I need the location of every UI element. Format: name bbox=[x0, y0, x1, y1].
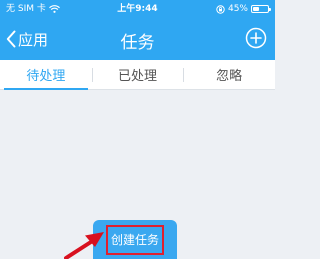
orientation-lock-icon bbox=[216, 4, 225, 14]
tab-ignored-label: 忽略 bbox=[216, 69, 243, 84]
chevron-left-icon bbox=[6, 30, 16, 48]
task-tabs: 待处理 已处理 忽略 bbox=[0, 60, 275, 90]
nav-bar: 应用 任务 bbox=[0, 18, 275, 60]
tab-processed[interactable]: 已处理 bbox=[91, 60, 184, 89]
battery-percent: 45% bbox=[227, 4, 248, 14]
battery-level-fill bbox=[253, 7, 259, 11]
back-label: 应用 bbox=[18, 30, 49, 49]
back-button[interactable]: 应用 bbox=[6, 26, 48, 52]
create-task-button[interactable]: 创建任务 bbox=[93, 220, 177, 259]
tab-ignored[interactable]: 忽略 bbox=[183, 60, 275, 89]
tab-pending[interactable]: 待处理 bbox=[0, 60, 92, 90]
tab-pending-label: 待处理 bbox=[26, 69, 66, 84]
battery-icon bbox=[251, 5, 271, 13]
status-bar: 无 SIM 卡 上午9:44 45% bbox=[0, 0, 275, 18]
plus-circle-icon bbox=[245, 27, 267, 49]
app-header: 无 SIM 卡 上午9:44 45% 应用 任务 bbox=[0, 0, 275, 60]
status-right: 45% bbox=[216, 0, 271, 18]
tab-processed-label: 已处理 bbox=[118, 69, 158, 84]
create-task-label: 创建任务 bbox=[105, 224, 164, 255]
add-task-button[interactable] bbox=[245, 27, 267, 49]
